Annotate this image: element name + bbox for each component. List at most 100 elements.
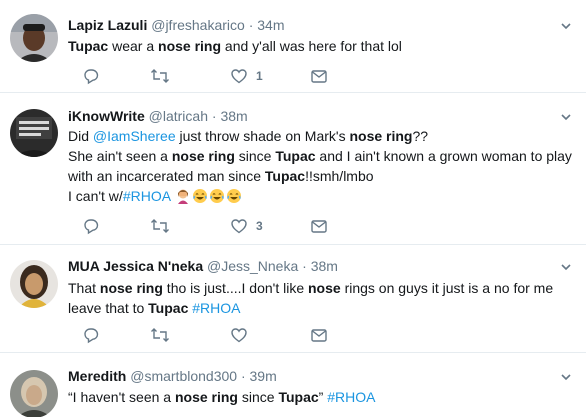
avatar[interactable] (10, 14, 58, 62)
highlighted-keyword: nose ring (349, 128, 413, 144)
tweet-text: Did @IamSheree just throw shade on Mark'… (68, 126, 578, 206)
tweet-link[interactable]: #RHOA (327, 389, 375, 405)
separator-dot: · (240, 368, 246, 384)
tweet-text-line: Did @IamSheree just throw shade on Mark'… (68, 126, 578, 146)
reply-button[interactable] (82, 216, 108, 236)
highlighted-keyword: Tupac (275, 148, 316, 164)
retweet-button[interactable] (150, 325, 178, 345)
tweet-timeline: Lapiz Lazuli @jfreshakarico · 34m Tupac … (0, 0, 586, 417)
like-button[interactable]: 1 (230, 66, 263, 86)
tweet-text-line: That nose ring tho is just....I don't li… (68, 278, 578, 298)
tweet-link[interactable]: #RHOA (123, 188, 170, 204)
tears-of-joy-emoji (192, 188, 208, 204)
chevron-down-icon[interactable] (560, 371, 572, 383)
tweet[interactable]: Lapiz Lazuli @jfreshakarico · 34m Tupac … (0, 0, 586, 93)
tweet-text-segment (170, 188, 174, 204)
like-icon (231, 69, 247, 84)
retweet-icon (151, 328, 169, 342)
display-name[interactable]: MUA Jessica N'neka (68, 258, 203, 274)
tweet-text-segment: That (68, 280, 100, 296)
tweet-text-line: I can't w/#RHOA (68, 186, 578, 206)
tweet-text-segment: rings on guys it just is a no for me (340, 280, 554, 296)
retweet-icon (151, 69, 169, 83)
chevron-down-icon[interactable] (560, 111, 572, 123)
direct-message-button[interactable] (310, 216, 328, 236)
tweet-text-segment: since (237, 389, 279, 405)
tears-of-joy-emoji (209, 188, 225, 204)
tweet[interactable]: MUA Jessica N'neka @Jess_Nneka · 38m Tha… (0, 245, 586, 353)
tweet-text: Tupac wear a nose ring and y'all was her… (68, 36, 578, 56)
user-handle[interactable]: @latricah (149, 108, 208, 124)
tweet-text-segment: ” (318, 389, 328, 405)
timestamp[interactable]: 38m (220, 108, 247, 124)
avatar-image (10, 370, 58, 417)
tweet-actions: 3 (68, 216, 368, 236)
tweet-text-segment: ?? (412, 128, 429, 144)
tweet-text-segment: I can't w/ (68, 188, 123, 204)
like-icon (231, 328, 247, 343)
tweet-text: “I haven't seen a nose ring since Tupac”… (68, 387, 578, 407)
reply-icon (84, 328, 99, 344)
direct-message-button[interactable] (310, 66, 328, 86)
retweet-icon (151, 219, 169, 233)
direct-message-icon (311, 329, 327, 342)
tweet-header: MUA Jessica N'neka @Jess_Nneka · 38m (68, 257, 338, 276)
tweet-text-segment: and y'all was here for that lol (221, 38, 402, 54)
avatar[interactable] (10, 370, 58, 417)
tweet-link[interactable]: #RHOA (192, 300, 240, 316)
avatar[interactable] (10, 109, 58, 157)
avatar[interactable] (10, 260, 58, 308)
timestamp[interactable]: 39m (250, 368, 277, 384)
timestamp[interactable]: 34m (257, 17, 284, 33)
timestamp[interactable]: 38m (311, 258, 338, 274)
reply-button[interactable] (82, 66, 108, 86)
tweet-link[interactable]: @IamSheree (93, 128, 176, 144)
like-button[interactable]: 3 (230, 216, 263, 236)
tweet-text-segment: wear a (108, 38, 159, 54)
retweet-button[interactable] (150, 216, 178, 236)
tweet-text-segment: leave that to (68, 300, 149, 316)
like-button[interactable] (230, 325, 256, 345)
tweet-text-segment: with an incarcerated man since (68, 168, 265, 184)
tweet-text-segment: !!smh/lmbo (305, 168, 374, 184)
highlighted-keyword: nose ring (174, 389, 238, 405)
tweet-text-segment: She ain't seen a (68, 148, 172, 164)
display-name[interactable]: iKnowWrite (68, 108, 145, 124)
separator-dot: · (302, 258, 307, 274)
highlighted-keyword: Tupac (148, 300, 189, 316)
highlighted-keyword: Tupac (264, 168, 306, 184)
tweet-text-segment: and I ain't known a grown woman to play (315, 148, 572, 164)
highlighted-keyword: Tupac (68, 38, 109, 54)
retweet-button[interactable] (150, 66, 178, 86)
tweet-text-segment: since (234, 148, 276, 164)
highlighted-keyword: nose ring (158, 38, 222, 54)
highlighted-keyword: nose ring (171, 148, 235, 164)
avatar-image (10, 14, 58, 62)
separator-dot: · (248, 17, 254, 33)
avatar-image (10, 260, 58, 308)
reply-icon (84, 219, 99, 235)
chevron-down-icon[interactable] (560, 20, 572, 32)
tweet-text-segment: just throw shade on Mark's (175, 128, 350, 144)
tears-of-joy-emoji (226, 188, 242, 204)
avatar-image (10, 109, 58, 157)
tweet-text-line: She ain't seen a nose ring since Tupac a… (68, 146, 578, 166)
tweet-actions: 1 (68, 66, 368, 86)
user-handle[interactable]: @jfreshakarico (151, 17, 245, 33)
user-handle[interactable]: @smartblond300 (130, 368, 237, 384)
chevron-down-icon[interactable] (560, 261, 572, 273)
separator-dot: · (211, 108, 217, 124)
tweet-text-line: leave that to Tupac #RHOA (68, 298, 578, 318)
tweet[interactable]: Meredith @smartblond300 · 39m “I haven't… (0, 355, 586, 417)
woman-facepalming-emoji (175, 188, 191, 204)
display-name[interactable]: Lapiz Lazuli (68, 17, 147, 33)
direct-message-button[interactable] (310, 325, 328, 345)
display-name[interactable]: Meredith (68, 368, 126, 384)
highlighted-keyword: nose ring (99, 280, 163, 296)
tweet-text-line: “I haven't seen a nose ring since Tupac”… (68, 387, 578, 407)
highlighted-keyword: Tupac (278, 389, 319, 405)
reply-button[interactable] (82, 325, 108, 345)
tweet-text-segment: Did (68, 128, 93, 144)
user-handle[interactable]: @Jess_Nneka (207, 258, 298, 274)
tweet[interactable]: iKnowWrite @latricah · 38m Did @IamShere… (0, 97, 586, 245)
